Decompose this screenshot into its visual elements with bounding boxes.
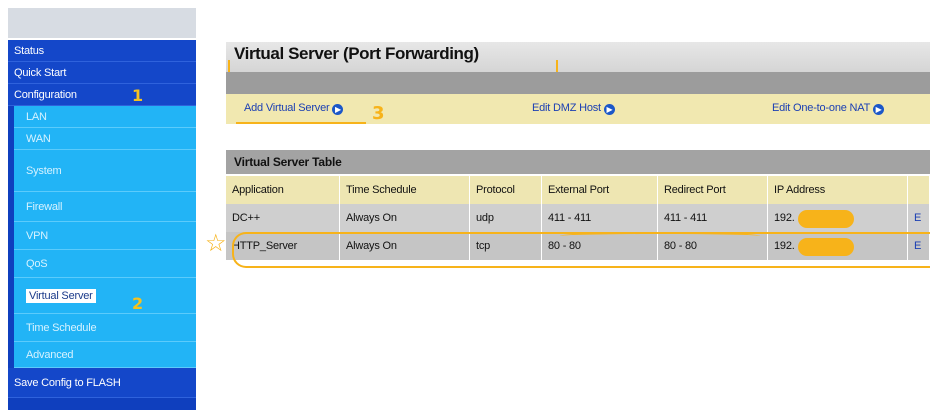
column-header: IP Address — [768, 176, 908, 204]
cell-external-port: 411 - 411 — [542, 204, 658, 232]
annotation-number-1: 1 — [132, 86, 143, 105]
sidebar-header — [8, 8, 196, 38]
sidebar-item-label: Save Config to FLASH — [14, 377, 121, 389]
link-highlight-annotation — [236, 122, 366, 124]
cell-protocol: udp — [470, 204, 542, 232]
column-header — [908, 176, 930, 204]
column-header: Time Schedule — [340, 176, 470, 204]
arrow-right-icon: ▶ — [332, 104, 344, 115]
sidebar-item-label: QoS — [26, 258, 48, 270]
add-virtual-server-link[interactable]: Add Virtual Server ▶ — [244, 102, 344, 115]
cell-redirect-port: 411 - 411 — [658, 204, 768, 232]
sidebar-item-label: Quick Start — [14, 67, 67, 79]
sidebar-item-label: Configuration — [14, 89, 77, 101]
sidebar-item-save-config[interactable]: Save Config to FLASH — [8, 368, 196, 398]
header-divider — [226, 72, 930, 94]
sidebar-item-label: Time Schedule — [26, 322, 97, 334]
column-header: Redirect Port — [658, 176, 768, 204]
sidebar-item-system[interactable]: System — [14, 150, 196, 192]
sidebar-item-status[interactable]: Status — [8, 40, 196, 62]
link-label: Edit DMZ Host — [532, 102, 601, 114]
table-header-row: Application Time Schedule Protocol Exter… — [226, 176, 930, 204]
sidebar-item-advanced[interactable]: Advanced — [14, 342, 196, 368]
arrow-right-icon: ▶ — [603, 104, 615, 115]
cell-ip-address: 192. — [768, 204, 908, 232]
sidebar-item-label: LAN — [26, 111, 47, 123]
sidebar-item-label: Advanced — [26, 349, 74, 361]
sidebar-item-virtual-server[interactable]: Virtual Server 2 — [14, 278, 196, 314]
sidebar-item-firewall[interactable]: Firewall — [14, 192, 196, 222]
sidebar-item-label: Firewall — [26, 201, 63, 213]
sidebar-item-label: Virtual Server — [26, 289, 96, 303]
star-icon: ☆ — [205, 230, 227, 257]
column-header: Application — [226, 176, 340, 204]
sidebar-item-lan[interactable]: LAN — [14, 106, 196, 128]
sidebar-item-configuration[interactable]: Configuration 1 — [8, 84, 196, 106]
sidebar: Status Quick Start Configuration 1 LAN WA… — [8, 40, 196, 410]
link-label: Add Virtual Server — [244, 102, 330, 114]
column-header: External Port — [542, 176, 658, 204]
link-label: Edit One-to-one NAT — [772, 102, 871, 114]
annotation-number-3: 3 — [372, 103, 385, 124]
sidebar-item-quick-start[interactable]: Quick Start — [8, 62, 196, 84]
redaction-mark — [798, 210, 854, 228]
cell-application: DC++ — [226, 204, 340, 232]
cell-time-schedule: Always On — [340, 204, 470, 232]
sidebar-item-qos[interactable]: QoS — [14, 250, 196, 278]
table-row: DC++ Always On udp 411 - 411 411 - 411 1… — [226, 204, 930, 232]
sidebar-item-label: WAN — [26, 133, 51, 145]
sidebar-item-label: System — [26, 165, 62, 177]
column-header: Protocol — [470, 176, 542, 204]
row-underline-annotation — [560, 232, 760, 240]
sidebar-item-label: Status — [14, 45, 44, 57]
sidebar-item-vpn[interactable]: VPN — [14, 222, 196, 250]
sidebar-item-wan[interactable]: WAN — [14, 128, 196, 150]
arrow-right-icon: ▶ — [873, 104, 885, 115]
edit-one-to-one-nat-link[interactable]: Edit One-to-one NAT ▶ — [772, 102, 885, 115]
sidebar-item-label: VPN — [26, 230, 49, 242]
sidebar-item-time-schedule[interactable]: Time Schedule — [14, 314, 196, 342]
edit-row-link[interactable]: E — [908, 204, 930, 232]
edit-dmz-host-link[interactable]: Edit DMZ Host ▶ — [532, 102, 615, 115]
ip-prefix: 192. — [774, 212, 795, 224]
table-title: Virtual Server Table — [226, 150, 930, 174]
